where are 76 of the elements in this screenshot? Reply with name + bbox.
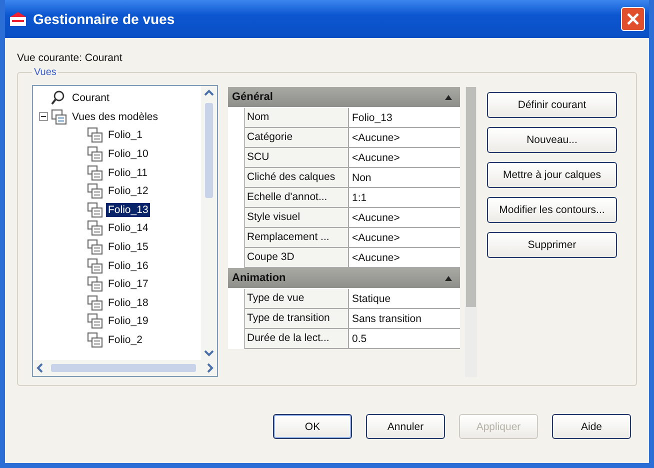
- view-icon: [87, 127, 103, 144]
- section-title: Animation: [232, 272, 286, 284]
- collapse-icon[interactable]: [445, 276, 452, 280]
- property-name: Catégorie: [245, 128, 349, 148]
- property-name: Type de transition: [245, 309, 349, 329]
- property-scrollbar[interactable]: [465, 87, 477, 377]
- tree-item[interactable]: Folio_15: [106, 240, 150, 254]
- property-value[interactable]: <Aucune>: [349, 228, 460, 248]
- property-name: Echelle d'annot...: [245, 188, 349, 208]
- collapse-icon[interactable]: [445, 94, 452, 100]
- scroll-thumb[interactable]: [205, 103, 213, 198]
- view-icon: [87, 239, 103, 256]
- tree-item[interactable]: Folio_12: [106, 184, 150, 198]
- app-icon: [9, 11, 27, 27]
- view-icon: [87, 202, 103, 218]
- property-name: Nom: [245, 108, 349, 128]
- property-name: Durée de la lect...: [245, 329, 349, 349]
- property-name: Coupe 3D: [245, 248, 349, 268]
- collapse-icon[interactable]: [39, 112, 48, 122]
- vertical-scrollbar[interactable]: [201, 86, 217, 360]
- close-button[interactable]: [621, 7, 645, 31]
- tree-item[interactable]: Folio_18: [106, 296, 150, 310]
- tree-item[interactable]: Folio_14: [106, 221, 150, 236]
- view-icon: [87, 276, 103, 292]
- scroll-thumb[interactable]: [466, 87, 476, 307]
- tree-item[interactable]: Folio_17: [106, 277, 150, 292]
- dialog-button[interactable]: OK: [273, 414, 352, 439]
- dialog-button[interactable]: Annuler: [366, 414, 445, 439]
- tree-item[interactable]: Courant: [70, 91, 112, 106]
- view-icon: [87, 294, 103, 311]
- tree-item[interactable]: Folio_10: [106, 147, 150, 162]
- tree-item[interactable]: Folio_19: [106, 314, 150, 328]
- property-value[interactable]: <Aucune>: [349, 128, 460, 148]
- horizontal-scrollbar[interactable]: [33, 360, 217, 376]
- action-button[interactable]: Nouveau...: [487, 127, 617, 153]
- property-value[interactable]: Folio_13: [349, 108, 460, 128]
- property-value[interactable]: Non: [349, 168, 460, 188]
- close-icon: [627, 13, 639, 25]
- property-name: Remplacement ...: [245, 228, 349, 248]
- window-title: Gestionnaire de vues: [33, 11, 176, 27]
- tree-item[interactable]: Folio_2: [106, 333, 144, 348]
- section-header[interactable]: Animation: [228, 268, 460, 288]
- tree-item[interactable]: Folio_11: [106, 166, 150, 180]
- views-folder-icon: [51, 108, 67, 125]
- action-button[interactable]: Mettre à jour calques: [487, 162, 617, 188]
- property-value[interactable]: 0.5: [349, 329, 460, 349]
- current-view-label: Vue courante: Courant: [17, 52, 124, 64]
- tree-item[interactable]: Folio_16: [106, 258, 150, 273]
- property-value[interactable]: Statique: [349, 289, 460, 309]
- property-value[interactable]: Sans transition: [349, 309, 460, 329]
- view-icon: [87, 332, 103, 348]
- property-value[interactable]: <Aucune>: [349, 148, 460, 168]
- property-name: Style visuel: [245, 208, 349, 228]
- action-button[interactable]: Définir courant: [487, 92, 617, 118]
- property-name: Cliché des calques: [245, 168, 349, 188]
- view-icon: [87, 313, 103, 330]
- tree-item[interactable]: Vues des modèles: [70, 110, 160, 124]
- view-icon: [87, 146, 103, 162]
- view-icon: [87, 220, 103, 236]
- tree-item[interactable]: Folio_13: [106, 202, 150, 217]
- dialog-button[interactable]: Aide: [552, 414, 631, 439]
- action-button[interactable]: Modifier les contours...: [487, 197, 617, 223]
- group-label: Vues: [33, 67, 58, 78]
- tree-item[interactable]: Folio_1: [106, 128, 144, 142]
- section-header[interactable]: Général: [228, 87, 460, 107]
- section-title: Général: [232, 91, 273, 103]
- property-value[interactable]: <Aucune>: [349, 208, 460, 228]
- view-icon: [87, 164, 103, 181]
- scroll-thumb[interactable]: [51, 364, 196, 372]
- view-icon: [87, 258, 103, 274]
- view-icon: [87, 183, 103, 200]
- property-value[interactable]: 1:1: [349, 188, 460, 208]
- property-name: SCU: [245, 148, 349, 168]
- property-name: Type de vue: [245, 289, 349, 309]
- action-button[interactable]: Supprimer: [487, 232, 617, 258]
- magnifier-icon: [51, 90, 67, 106]
